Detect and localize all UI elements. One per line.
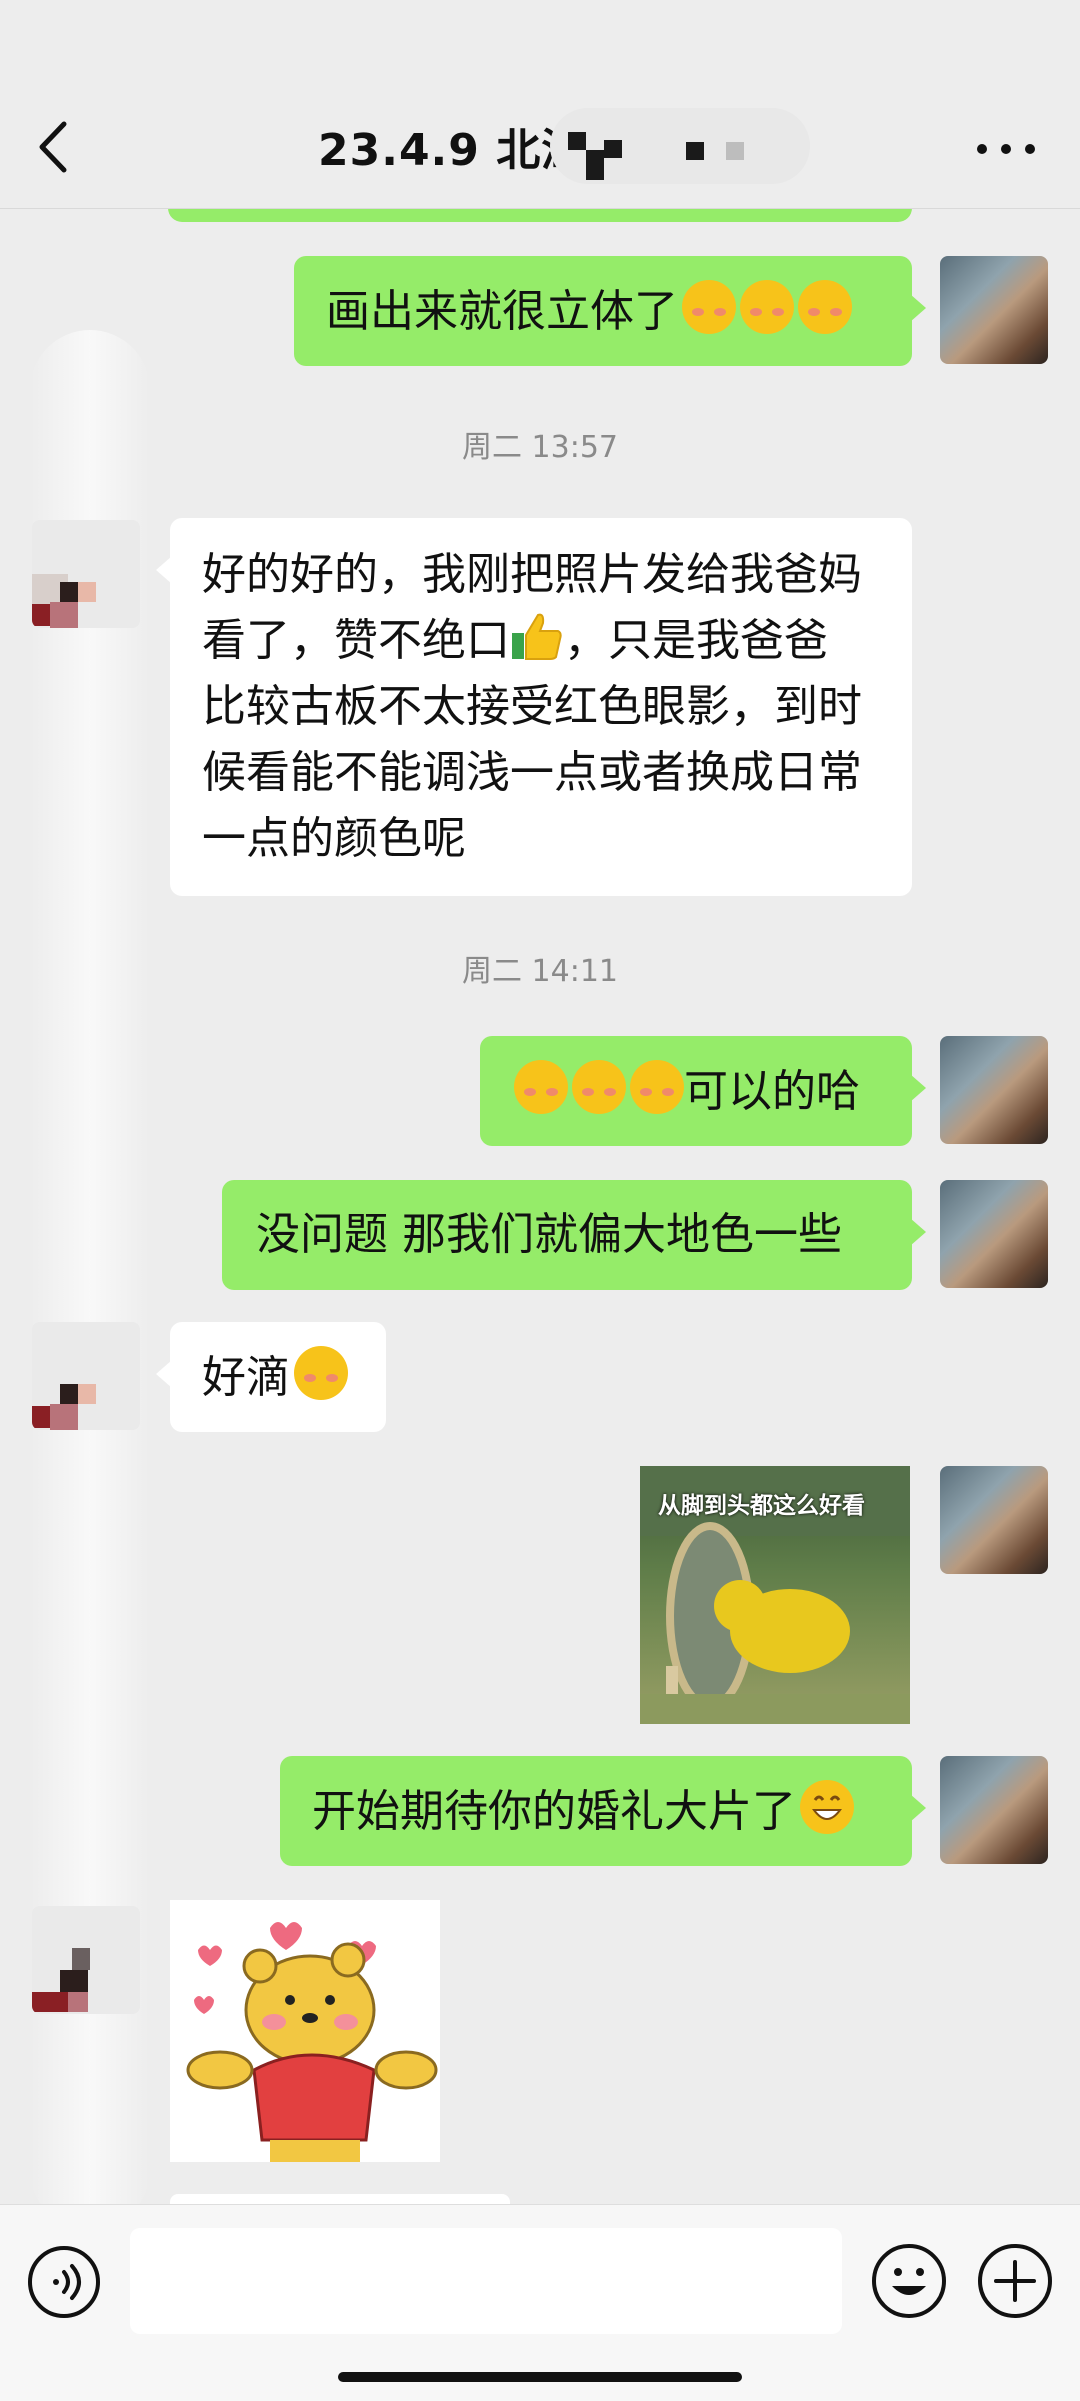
message-line: 一点的颜色呢: [202, 813, 466, 864]
thumbs-up-emoji-icon: [510, 609, 564, 663]
message-text: 没问题 那我们就偏大地色一些: [256, 1209, 842, 1260]
redaction-pixel: [586, 150, 604, 180]
smile-emoji-icon: [630, 1060, 684, 1114]
message-bubble-outgoing[interactable]: 画出来就很立体了: [294, 256, 926, 366]
redaction-pixel: [686, 142, 704, 160]
blush-laugh-emoji-icon: [682, 280, 736, 334]
sticker-image[interactable]: [170, 1900, 440, 2162]
redaction-pixel: [604, 140, 622, 158]
more-dots-icon[interactable]: [966, 124, 1046, 174]
message-bubble-incoming[interactable]: 好滴: [156, 1322, 386, 1432]
voice-icon[interactable]: [26, 2244, 102, 2320]
blush-laugh-emoji-icon: [740, 280, 794, 334]
message-line: 好的好的，我刚把照片发给我爸妈: [202, 549, 862, 600]
plus-icon[interactable]: [976, 2242, 1054, 2320]
avatar-self[interactable]: [940, 256, 1048, 364]
redaction-pixel: [568, 132, 586, 150]
sticker-image[interactable]: 从脚到头都这么好看: [640, 1466, 910, 1724]
message-line: 看了，赞不绝口: [202, 615, 510, 666]
message-line: 比较古板不太接受红色眼影，到时: [202, 681, 862, 732]
message-line: ，只是我爸爸: [564, 615, 828, 666]
chat-title[interactable]: 23.4.9 北湖: [318, 114, 586, 178]
message-bubble-outgoing[interactable]: 开始期待你的婚礼大片了: [280, 1756, 926, 1866]
blush-laugh-emoji-icon: [294, 1346, 348, 1400]
avatar-self[interactable]: [940, 1756, 1048, 1864]
emoji-icon[interactable]: [870, 2242, 948, 2320]
avatar-self[interactable]: [940, 1466, 1048, 1574]
avatar-contact[interactable]: [32, 1322, 140, 1430]
message-bubble-outgoing[interactable]: 可以的哈: [480, 1036, 926, 1146]
redaction-pixel: [726, 142, 744, 160]
timestamp: 周二 13:57: [462, 430, 618, 465]
avatar-contact[interactable]: [32, 1906, 140, 2014]
chevron-left-icon[interactable]: [28, 112, 78, 182]
message-bubble-incoming[interactable]: 好的好的，我刚把照片发给我爸妈 看了，赞不绝口 ，只是我爸爸 比较古板不太接受红色…: [156, 518, 912, 896]
avatar-self[interactable]: [940, 1036, 1048, 1144]
message-input[interactable]: [130, 2228, 842, 2334]
message-line: 候看能不能调浅一点或者换成日常: [202, 747, 862, 798]
message-bubble-outgoing[interactable]: 没问题 那我们就偏大地色一些: [222, 1180, 926, 1290]
home-indicator: [338, 2372, 742, 2382]
chat-header: 23.4.9 北湖: [0, 0, 1080, 209]
avatar-self[interactable]: [940, 1180, 1048, 1288]
avatar-contact[interactable]: [32, 520, 140, 628]
message-text: 好滴: [202, 1352, 290, 1403]
smile-emoji-icon: [572, 1060, 626, 1114]
smile-emoji-icon: [514, 1060, 568, 1114]
message-text: 可以的哈: [684, 1066, 860, 1117]
grin-emoji-icon: [800, 1780, 854, 1834]
message-text: 画出来就很立体了: [326, 286, 678, 337]
message-text: 开始期待你的婚礼大片了: [312, 1786, 796, 1837]
timestamp: 周二 14:11: [462, 954, 618, 989]
sticker-caption: 从脚到头都这么好看: [658, 1493, 865, 1519]
blush-laugh-emoji-icon: [798, 280, 852, 334]
